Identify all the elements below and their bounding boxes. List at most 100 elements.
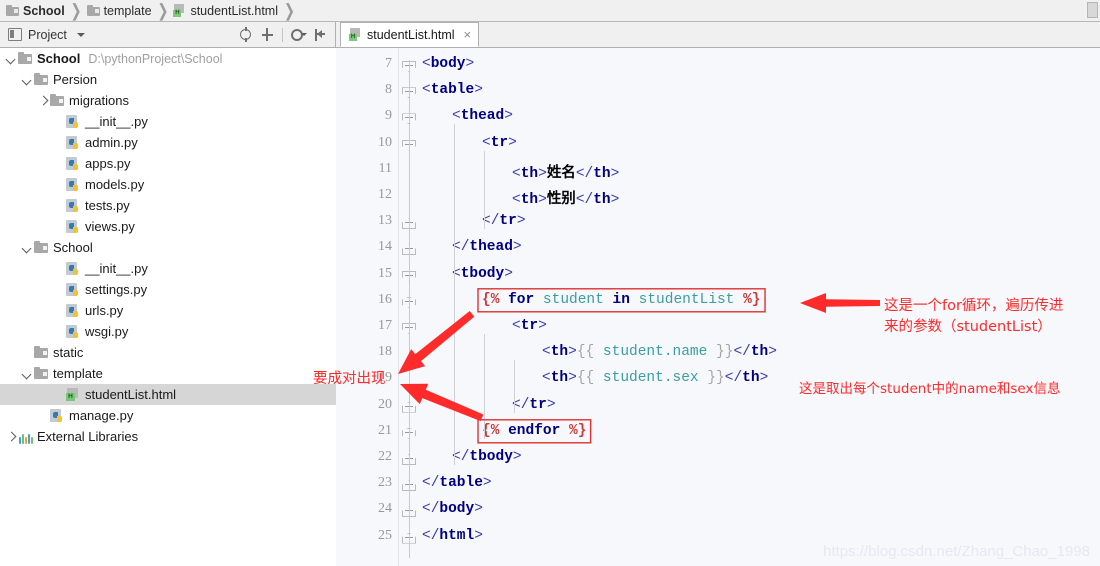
breadcrumb-separator-icon: ❯ [157, 0, 169, 20]
breadcrumb-separator-icon: ❯ [283, 0, 295, 20]
hide-icon[interactable] [312, 27, 327, 42]
tree-row[interactable]: urls.py [0, 300, 336, 321]
tree-arrow-spacer [54, 179, 65, 190]
code-line[interactable]: </html> [422, 528, 483, 544]
collapse-all-icon[interactable] [260, 27, 275, 42]
breadcrumb-separator-icon: ❯ [70, 0, 82, 20]
tree-row[interactable]: views.py [0, 216, 336, 237]
library-icon [17, 429, 33, 444]
breadcrumb-label: School [23, 3, 65, 18]
tree-row[interactable]: settings.py [0, 279, 336, 300]
code-line[interactable]: <tbody> [452, 266, 513, 282]
chevron-down-icon[interactable] [22, 242, 33, 253]
chevron-down-icon[interactable] [22, 74, 33, 85]
tree-arrow-spacer [38, 410, 49, 421]
code-line[interactable]: <th>{{ student.sex }}</th> [542, 370, 768, 386]
vertical-scrollbar-thumb[interactable] [1087, 2, 1098, 18]
breadcrumb-label: template [103, 3, 152, 18]
html-file-icon: H [65, 387, 81, 402]
python-file-icon [65, 219, 81, 234]
tree-arrow-spacer [54, 221, 65, 232]
breadcrumb-item-template[interactable]: template [86, 0, 152, 22]
tree-row-label: studentList.html [85, 387, 177, 402]
line-number: 23 [378, 475, 392, 491]
editor-tab-studentlist[interactable]: studentList.html × [340, 22, 480, 47]
annotation-pair-note: 要成对出现 [313, 371, 386, 387]
tree-row[interactable]: Persion [0, 69, 336, 90]
project-toolbar-actions [238, 27, 331, 42]
line-number: 14 [378, 239, 392, 255]
close-icon[interactable]: × [464, 28, 472, 41]
line-number: 12 [378, 187, 392, 202]
line-number: 16 [378, 291, 392, 307]
tree-arrow-spacer [54, 263, 65, 274]
tree-row[interactable]: tests.py [0, 195, 336, 216]
tree-arrow-spacer [54, 158, 65, 169]
tree-row-label: urls.py [85, 303, 124, 318]
tree-row-label: manage.py [69, 408, 134, 423]
line-number: 13 [378, 213, 392, 229]
chevron-down-icon[interactable] [76, 32, 85, 37]
tree-row[interactable]: admin.py [0, 132, 336, 153]
tree-row[interactable]: models.py [0, 174, 336, 195]
code-line[interactable]: {% endfor %} [482, 423, 586, 439]
code-folding-gutter[interactable] [398, 48, 422, 566]
tree-row[interactable]: __init__.py [0, 111, 336, 132]
tree-row[interactable]: School [0, 237, 336, 258]
chevron-right-icon[interactable] [6, 431, 17, 442]
tree-row[interactable]: wsgi.py [0, 321, 336, 342]
code-line[interactable]: </thead> [452, 239, 522, 255]
chevron-right-icon[interactable] [38, 95, 49, 106]
code-line[interactable]: {% for student in studentList %} [482, 292, 760, 308]
tree-row-label: settings.py [85, 282, 148, 297]
line-number: 10 [378, 134, 392, 150]
code-line[interactable]: </table> [422, 475, 492, 491]
code-line[interactable]: <th>{{ student.name }}</th> [542, 344, 777, 360]
code-line[interactable]: </tr> [512, 397, 556, 413]
tree-row[interactable]: static [0, 342, 336, 363]
tree-row[interactable]: migrations [0, 90, 336, 111]
tree-arrow-spacer [54, 116, 65, 127]
code-line[interactable]: <thead> [452, 108, 513, 124]
tree-arrow-spacer [54, 326, 65, 337]
tree-row[interactable]: HstudentList.html [0, 384, 336, 405]
line-number: 15 [378, 265, 392, 281]
code-line[interactable]: </tr> [482, 213, 526, 229]
gear-icon[interactable] [290, 27, 307, 42]
line-number: 22 [378, 449, 392, 464]
chevron-down-icon[interactable] [6, 53, 17, 64]
code-line[interactable]: <tr> [512, 318, 547, 334]
breadcrumb-item-school[interactable]: School [6, 0, 65, 22]
locate-icon[interactable] [238, 27, 253, 42]
chevron-down-icon[interactable] [22, 368, 33, 379]
code-line[interactable]: <th>姓名</th> [512, 161, 619, 182]
code-line[interactable]: </tbody> [452, 449, 522, 465]
code-line[interactable]: <th>性别</th> [512, 187, 619, 208]
folder-icon [33, 240, 49, 255]
tree-row-label: migrations [69, 93, 129, 108]
folder-icon [33, 366, 49, 381]
line-number: 7 [385, 56, 392, 71]
tree-row[interactable]: template [0, 363, 336, 384]
tree-row[interactable]: School D:\pythonProject\School [0, 48, 336, 69]
tree-row-label: wsgi.py [85, 324, 129, 339]
breadcrumb-item-studentlist[interactable]: studentList.html [173, 0, 278, 22]
code-line[interactable]: <table> [422, 82, 483, 98]
tree-row[interactable]: apps.py [0, 153, 336, 174]
line-number: 9 [385, 108, 392, 124]
line-number: 11 [378, 160, 392, 176]
tree-arrow-spacer [54, 284, 65, 295]
tree-row[interactable]: manage.py [0, 405, 336, 426]
tree-row[interactable]: __init__.py [0, 258, 336, 279]
code-line[interactable]: <body> [422, 56, 474, 72]
code-line[interactable]: </body> [422, 501, 483, 517]
indent-guide [484, 150, 485, 230]
html-file-icon [349, 28, 362, 41]
line-number: 21 [378, 422, 392, 438]
breadcrumb-label: studentList.html [190, 3, 278, 18]
project-tree[interactable]: School D:\pythonProject\School Persion migr… [0, 48, 337, 566]
code-line[interactable]: <tr> [482, 135, 517, 151]
line-number: 25 [378, 527, 392, 543]
html-file-icon [173, 4, 186, 17]
tree-row[interactable]: External Libraries [0, 426, 336, 447]
